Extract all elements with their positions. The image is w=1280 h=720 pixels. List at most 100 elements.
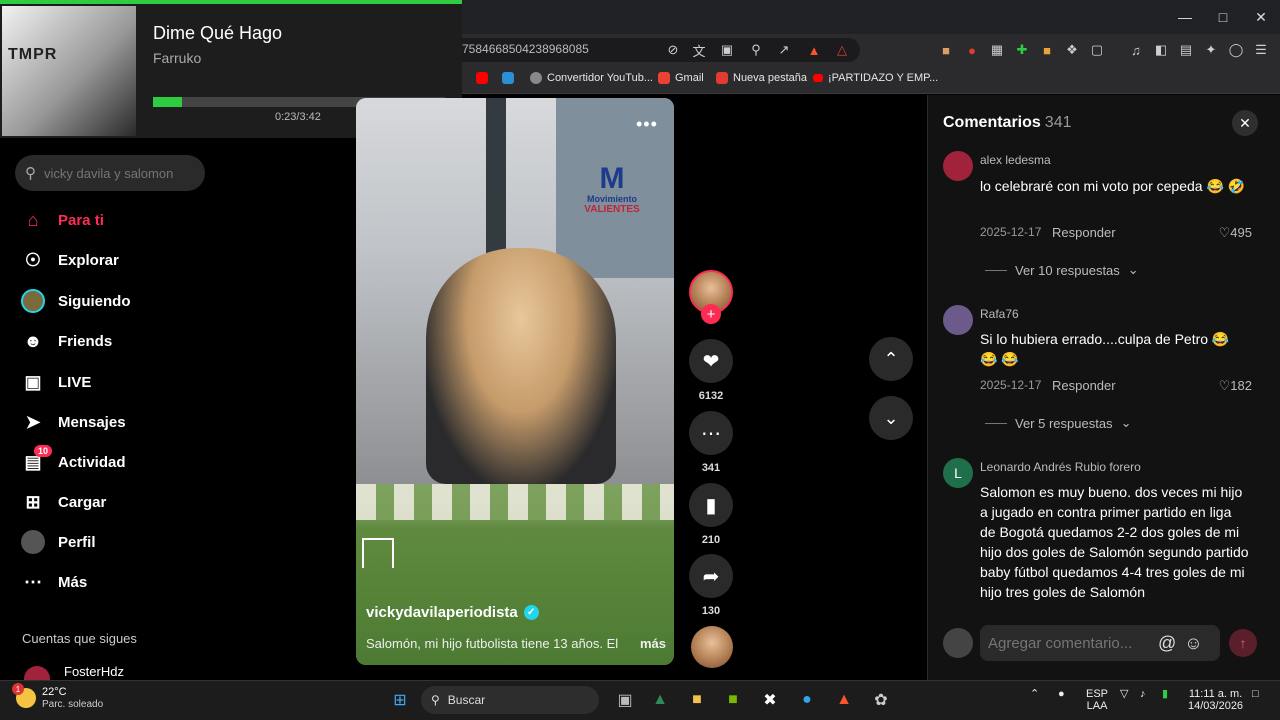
bookmark-partidazo[interactable]: ¡PARTIDAZO Y EMP... [813,72,938,84]
comment-reply-button[interactable]: Responder [1052,225,1116,240]
bookmark-gmail[interactable]: Gmail [658,72,704,84]
video-more-icon[interactable]: ••• [636,114,658,135]
close-window-icon[interactable]: ✕ [1242,0,1280,34]
close-comments-button[interactable]: ✕ [1232,110,1258,136]
search-input[interactable] [44,165,194,181]
cast-icon[interactable]: ▣ [719,42,735,58]
sidebar-toggle-icon[interactable]: ◧ [1153,42,1169,58]
more-dots-icon: ⋯ [24,571,42,592]
sound-avatar[interactable] [691,626,733,668]
brave-rewards-icon[interactable]: △ [834,42,850,58]
nav-item-perfil[interactable]: Perfil [20,527,96,557]
comment-avatar[interactable]: L [943,458,973,488]
task-view-icon[interactable]: ▣ [613,688,637,712]
weather-desc: Parc. soleado [42,699,104,710]
nav-item-friends[interactable]: ☻ Friends [20,326,113,356]
clock[interactable]: 11:11 a. m. 14/03/2026 [1188,688,1243,712]
comment-date: 2025-12-17 [980,378,1042,392]
video-author[interactable]: vickydavilaperiodista ✓ [366,604,539,621]
vpn-shield-icon[interactable]: ◯ [1228,42,1244,58]
nav-item-mas[interactable]: ⋯ Más [20,567,87,597]
video-player[interactable]: M Movimiento VALIENTES ••• vickydavilape… [356,98,674,665]
wifi-icon[interactable]: ▽ [1120,688,1128,700]
comment-like-button[interactable]: ♡495 [1200,225,1252,241]
extension-3-icon[interactable]: ▦ [989,42,1005,58]
weather-badge: 1 [12,683,24,695]
notifications-icon[interactable]: □ [1252,688,1259,700]
nav-item-siguiendo[interactable]: Siguiendo [20,286,131,316]
comment-reply-button[interactable]: Responder [1052,378,1116,393]
comment-text: Salomon es muy bueno. dos veces mi hijo … [980,484,1249,600]
maximize-icon[interactable]: □ [1204,0,1242,34]
volume-icon[interactable]: ♪ [1140,688,1146,700]
extension-5-icon[interactable]: ■ [1039,42,1055,58]
comment-avatar[interactable] [943,305,973,335]
mention-icon[interactable]: @ [1158,633,1176,654]
edge-icon[interactable]: ● [795,688,819,712]
comment-avatar[interactable] [943,151,973,181]
bookmark-l-icon[interactable] [502,72,514,84]
brave-taskbar-icon[interactable]: ▲ [832,688,856,712]
zoom-icon[interactable]: ⚲ [748,42,764,58]
language-indicator[interactable]: ESP LAA [1086,688,1108,712]
bookmark-label: Gmail [675,72,704,84]
capcut-icon[interactable]: ✖ [758,688,782,712]
comment-button[interactable]: ⋯ [689,411,733,455]
extension-1-icon[interactable]: ■ [938,42,954,58]
comment-like-button[interactable]: ♡182 [1200,378,1252,394]
view-replies-button[interactable]: Ver 5 respuestas ⌄ [985,415,1131,431]
bookmark-convertidor[interactable]: Convertidor YouTub... [530,72,653,84]
comment-user[interactable]: Leonardo Andrés Rubio forero [980,460,1141,474]
weather-widget[interactable]: 1 22°C Parc. soleado [12,683,104,710]
taskbar-search[interactable]: ⚲ Buscar [421,686,599,714]
comment-user[interactable]: alex ledesma [980,153,1051,167]
nvidia-icon[interactable]: ■ [721,688,745,712]
send-comment-button[interactable]: ↑ [1229,629,1257,657]
nav-item-para-ti[interactable]: ⌂ Para ti [20,205,104,235]
chatgpt-icon[interactable]: ✿ [869,688,893,712]
following-account-name[interactable]: FosterHdz [64,664,124,679]
nav-item-live[interactable]: ▣ LIVE [20,367,91,397]
file-explorer-icon[interactable]: ■ [685,688,709,712]
app-icon[interactable]: ▲ [648,688,672,712]
nav-item-mensajes[interactable]: ➤ Mensajes [20,407,125,437]
save-button[interactable]: ▮ [689,483,733,527]
tab-capture-icon[interactable]: ▢ [1089,42,1105,58]
brave-shield-icon[interactable]: ▲ [806,42,822,58]
menu-hamburger-icon[interactable]: ☰ [1253,42,1269,58]
windows-start-icon[interactable]: ⊞ [388,688,412,712]
share-button[interactable]: ➦ [689,554,733,598]
nav-item-explorar[interactable]: ☉ Explorar [20,245,119,275]
like-button[interactable]: ❤ [689,339,733,383]
caption-more-link[interactable]: más [640,636,666,651]
previous-video-button[interactable]: ⌃ [869,337,913,381]
comment-input[interactable] [988,634,1158,652]
extension-2-icon[interactable]: ● [964,42,980,58]
clock-date: 14/03/2026 [1188,700,1244,712]
comment-input-box[interactable]: @ ☺ [980,625,1220,661]
comment-user[interactable]: Rafa76 [980,307,1019,321]
translate-icon[interactable]: 文 [691,42,707,59]
nav-item-cargar[interactable]: ⊞ Cargar [20,487,106,517]
search-box[interactable]: ⚲ [15,155,205,191]
tray-overflow-icon[interactable]: ⌃ [1030,688,1039,700]
minimize-icon[interactable]: — [1166,0,1204,34]
media-control-icon[interactable]: ♫ [1128,42,1144,58]
bookmark-youtube-icon[interactable] [476,72,488,84]
extension-4-icon[interactable]: ✚ [1014,42,1030,58]
leo-ai-icon[interactable]: ✦ [1203,42,1219,58]
following-account-avatar[interactable] [24,666,50,680]
wallet-icon[interactable]: ▤ [1178,42,1194,58]
url-text[interactable]: 7584668504238968085 [462,42,589,56]
no-track-icon[interactable]: ⊘ [665,42,681,58]
follow-plus-icon[interactable]: + [701,304,721,324]
bookmark-nueva-pestana[interactable]: Nueva pestaña [716,72,807,84]
view-replies-button[interactable]: Ver 10 respuestas ⌄ [985,262,1139,278]
microphone-icon[interactable]: ● [1058,688,1065,700]
emoji-icon[interactable]: ☺ [1184,633,1202,654]
extensions-puzzle-icon[interactable]: ❖ [1064,42,1080,58]
nav-item-actividad[interactable]: ▤ 10 Actividad [20,445,126,477]
battery-icon[interactable]: ▮ [1162,688,1168,700]
share-icon[interactable]: ↗ [776,42,792,58]
next-video-button[interactable]: ⌄ [869,396,913,440]
